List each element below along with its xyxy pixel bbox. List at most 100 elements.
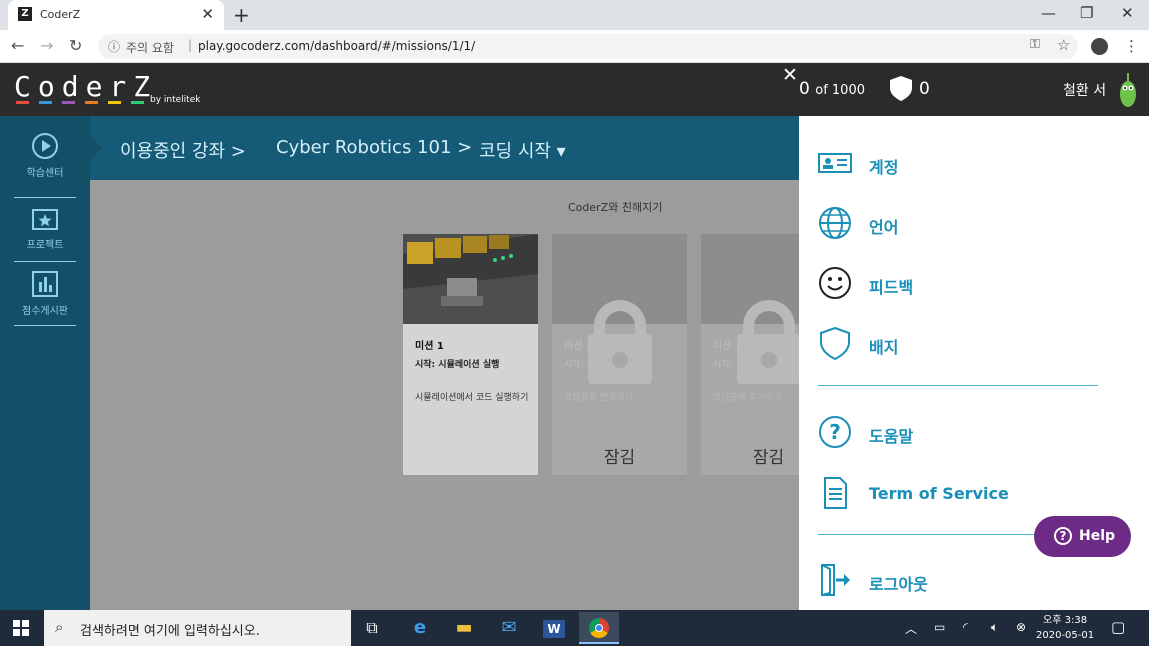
breadcrumb-course[interactable]: Cyber Robotics 101 > [276, 137, 472, 158]
breadcrumb-chapter-dropdown[interactable]: 코딩 시작 ▾ [479, 137, 566, 163]
battery-icon[interactable]: ▭ [934, 620, 945, 634]
lock-icon [737, 300, 799, 384]
mission-thumbnail [403, 234, 538, 324]
robot-scene-image [403, 234, 538, 324]
score-value: 0 [799, 79, 810, 99]
menu-item-label: 로그아웃 [869, 575, 928, 594]
volume-icon[interactable]: 🔈︎ [991, 620, 998, 635]
task-view-icon[interactable]: ⧉ [352, 612, 392, 644]
window-close-icon[interactable]: ✕ [1121, 4, 1134, 22]
logout-door-icon [821, 564, 850, 596]
breadcrumb-my-courses[interactable]: 이용중인 강좌 > [120, 137, 246, 163]
shield-icon [820, 326, 850, 360]
sidebar-item-leaderboard[interactable]: 점수게시판 [0, 270, 90, 317]
mission-card-description: 시뮬레이션에서 코드 실행하기 [415, 393, 529, 403]
ime-status-icon[interactable]: ⊗ [1016, 620, 1026, 634]
taskbar-clock[interactable]: 오후 3:38 2020-05-01 [1036, 613, 1094, 643]
security-warning: 주의 요함 [126, 41, 174, 55]
chrome-menu-icon[interactable]: ⋮ [1124, 37, 1139, 55]
address-bar[interactable]: ⓘ 주의 요함 | play.gocoderz.com/dashboard/#/… [98, 34, 1078, 59]
globe-icon [819, 207, 851, 239]
browser-tab[interactable]: Z CoderZ ✕ [8, 0, 224, 30]
search-icon: ⌕ [55, 618, 64, 636]
minimize-icon[interactable]: — [1041, 4, 1056, 22]
badge-count: 0 [919, 79, 930, 99]
tray-chevron-icon[interactable]: ︿ [905, 620, 917, 637]
star-folder-icon [32, 209, 58, 230]
tab-close-icon[interactable]: ✕ [201, 5, 214, 23]
chrome-taskbar-icon[interactable] [579, 612, 619, 644]
mission-card-3[interactable]: 미션 3 시작: 코딩블록 추가 코딩블록 추가하기 잠김 [701, 234, 799, 475]
coderz-logo[interactable]: CoderZ [14, 70, 157, 103]
help-button[interactable]: ? Help [1034, 516, 1131, 557]
avatar[interactable] [1119, 70, 1137, 108]
smiley-icon [819, 267, 851, 299]
restore-icon[interactable]: ❐ [1080, 4, 1093, 22]
edge-browser-icon[interactable]: e [400, 612, 440, 644]
word-icon[interactable]: W [534, 612, 574, 644]
taskbar-search-box[interactable]: ⌕ 검색하려면 여기에 입력하십시오. [44, 610, 351, 646]
notification-center-icon[interactable]: ▢ [1111, 618, 1125, 636]
document-icon [824, 477, 847, 509]
logo-color-bar [16, 101, 29, 104]
help-button-label: Help [1079, 528, 1116, 544]
browser-tab-title: CoderZ [40, 8, 81, 21]
taskbar-search-placeholder: 검색하려면 여기에 입력하십시오. [80, 624, 260, 639]
locked-label: 잠김 [752, 448, 785, 468]
screen: Z CoderZ ✕ + — ❐ ✕ ← → ↻ ⓘ 주의 요함 | play.… [0, 0, 1149, 646]
bookmark-star-icon[interactable]: ☆ [1057, 36, 1070, 54]
mission-card-description: 코딩블록 변경하기 [564, 393, 634, 403]
key-icon[interactable]: ⚿ [1030, 37, 1040, 52]
browser-toolbar: ← → ↻ ⓘ 주의 요함 | play.gocoderz.com/dashbo… [0, 30, 1149, 63]
question-circle-icon: ? [819, 416, 851, 448]
logo-byline: by intelitek [150, 95, 201, 105]
back-arrow-icon[interactable]: ← [11, 36, 24, 55]
sidebar-divider [14, 325, 76, 326]
clock-time: 오후 3:38 [1043, 615, 1088, 626]
mission-card-subtitle: 시작: 시뮬레이션 실행 [415, 360, 500, 370]
menu-item-label: 도움말 [869, 427, 914, 446]
sidebar-item-projects[interactable]: 프로젝트 [0, 206, 90, 251]
new-tab-icon[interactable]: + [233, 3, 250, 27]
panel-close-icon[interactable]: ✕ [782, 64, 798, 86]
coderz-favicon-icon: Z [18, 7, 32, 21]
sidebar-item-label: 학습센터 [26, 168, 64, 179]
reload-icon[interactable]: ↻ [69, 36, 82, 55]
address-separator: | [188, 38, 193, 52]
sidebar-item-learning-center[interactable]: 학습센터 [0, 132, 90, 179]
mission-card-1[interactable]: 미션 1 시작: 시뮬레이션 실행 시뮬레이션에서 코드 실행하기 [403, 234, 538, 475]
lock-icon [588, 300, 652, 384]
username[interactable]: 철환 서 [1063, 80, 1106, 100]
file-explorer-icon[interactable]: ▬ [444, 612, 484, 644]
sidebar-divider [14, 261, 76, 262]
mail-icon[interactable]: ✉ [489, 612, 529, 644]
profile-icon[interactable] [1091, 38, 1108, 55]
play-circle-icon [32, 133, 58, 159]
mission-card-2[interactable]: 미션 2 시작: 코딩블록 변경 코딩블록 변경하기 잠김 [552, 234, 687, 475]
logo-color-bar [131, 101, 144, 104]
logo-color-bar [108, 101, 121, 104]
sidebar-item-label: 점수게시판 [22, 306, 68, 317]
id-card-icon [818, 153, 852, 173]
forward-arrow-icon[interactable]: → [40, 36, 53, 55]
logo-color-bar [85, 101, 98, 104]
question-icon: ? [1054, 527, 1072, 545]
badge-shield-icon [890, 76, 912, 101]
menu-item-label: 언어 [869, 218, 899, 237]
wifi-icon[interactable]: ◜ [963, 620, 968, 634]
address-url[interactable]: play.gocoderz.com/dashboard/#/missions/1… [198, 39, 475, 53]
score-total: of 1000 [815, 83, 865, 98]
clock-date: 2020-05-01 [1036, 630, 1095, 641]
sidebar [0, 116, 90, 610]
info-icon[interactable]: ⓘ [108, 38, 120, 55]
locked-label: 잠김 [603, 448, 636, 468]
section-title: CoderZ와 친해지기 [568, 201, 663, 214]
bar-chart-icon [32, 271, 58, 297]
menu-item-label: Term of Service [869, 484, 1009, 503]
menu-divider [818, 385, 1098, 386]
windows-start-icon[interactable] [13, 620, 29, 636]
sidebar-item-label: 프로젝트 [26, 240, 64, 251]
mission-card-title: 미션 1 [415, 341, 444, 352]
mission-card-description: 코딩블록 추가하기 [713, 393, 783, 403]
menu-item-label: 배지 [869, 338, 899, 357]
